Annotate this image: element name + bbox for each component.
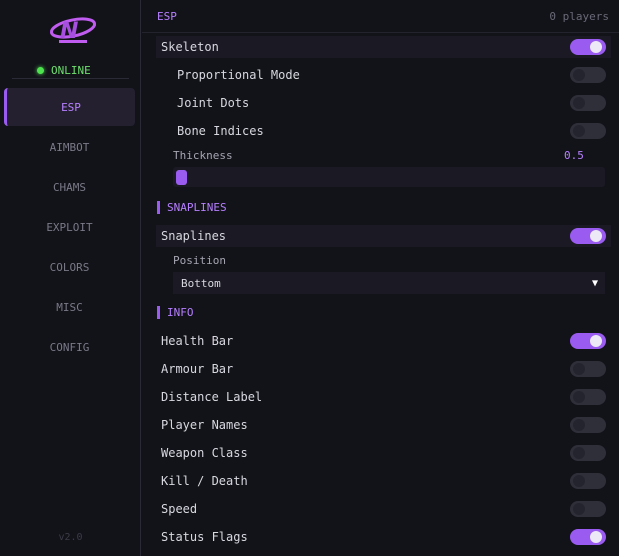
toggle-knob <box>590 531 602 543</box>
health-bar-label: Health Bar <box>161 334 234 348</box>
thickness-value: 0.5 <box>564 149 584 162</box>
toggle-knob <box>573 97 585 109</box>
armour-bar-toggle[interactable] <box>570 361 606 377</box>
main-panel: ESP 0 players Skeleton Proportional Mode… <box>142 0 619 556</box>
snaplines-label: Snaplines <box>161 229 227 243</box>
health-bar-toggle[interactable] <box>570 333 606 349</box>
thickness-slider[interactable] <box>173 167 605 187</box>
sidebar-item-colors[interactable]: COLORS <box>4 248 135 286</box>
toggle-knob <box>573 363 585 375</box>
thickness-label: Thickness <box>173 149 233 162</box>
sidebar-nav: ESP AIMBOT CHAMS EXPLOIT COLORS MISC CON… <box>4 88 135 368</box>
online-dot-icon <box>37 67 44 74</box>
speed-label: Speed <box>161 502 198 516</box>
weapon-class-row[interactable]: Weapon Class <box>156 442 611 464</box>
speed-toggle[interactable] <box>570 501 606 517</box>
toggle-knob <box>573 69 585 81</box>
bone-indices-toggle[interactable] <box>570 123 606 139</box>
toggle-knob <box>590 41 602 53</box>
player-names-toggle[interactable] <box>570 417 606 433</box>
slider-handle[interactable] <box>176 170 187 185</box>
section-marker <box>157 305 160 319</box>
player-count: 0 players <box>549 9 609 23</box>
bone-indices-label: Bone Indices <box>177 124 264 138</box>
position-select[interactable]: Bottom ▼ <box>173 272 605 294</box>
distance-label-toggle[interactable] <box>570 389 606 405</box>
toggle-knob <box>573 447 585 459</box>
sidebar-item-exploit[interactable]: EXPLOIT <box>4 208 135 246</box>
bone-indices-row[interactable]: Bone Indices <box>156 120 611 142</box>
status-flags-label: Status Flags <box>161 530 248 544</box>
version-label: v2.0 <box>58 532 83 543</box>
skeleton-row[interactable]: Skeleton <box>156 36 611 58</box>
toggle-knob <box>573 125 585 137</box>
status-flags-toggle[interactable] <box>570 529 606 545</box>
toggle-knob <box>573 419 585 431</box>
toggle-knob <box>573 503 585 515</box>
sidebar: N ONLINE ESP AIMBOT CHAMS EXPLOIT COLORS… <box>0 0 141 556</box>
distance-label-row[interactable]: Distance Label <box>156 386 611 408</box>
skeleton-toggle[interactable] <box>570 39 606 55</box>
section-snaplines: SNAPLINES <box>157 200 227 214</box>
health-bar-row[interactable]: Health Bar <box>156 330 611 352</box>
joint-dots-row[interactable]: Joint Dots <box>156 92 611 114</box>
section-title: INFO <box>167 305 194 319</box>
kill-death-label: Kill / Death <box>161 474 248 488</box>
joint-dots-label: Joint Dots <box>177 96 250 110</box>
status-label: ONLINE <box>51 64 91 77</box>
weapon-class-label: Weapon Class <box>161 446 248 460</box>
sidebar-item-config[interactable]: CONFIG <box>4 328 135 366</box>
kill-death-toggle[interactable] <box>570 473 606 489</box>
armour-bar-row[interactable]: Armour Bar <box>156 358 611 380</box>
player-names-row[interactable]: Player Names <box>156 414 611 436</box>
panel-header: ESP 0 players <box>142 0 619 33</box>
page-title: ESP <box>157 9 177 23</box>
armour-bar-label: Armour Bar <box>161 362 234 376</box>
section-info: INFO <box>157 305 194 319</box>
snaplines-toggle[interactable] <box>570 228 606 244</box>
proportional-mode-toggle[interactable] <box>570 67 606 83</box>
joint-dots-toggle[interactable] <box>570 95 606 111</box>
status-flags-row[interactable]: Status Flags <box>156 526 611 548</box>
toggle-knob <box>590 230 602 242</box>
sidebar-item-aimbot[interactable]: AIMBOT <box>4 128 135 166</box>
brand-logo-icon: N <box>49 17 97 44</box>
player-names-label: Player Names <box>161 418 248 432</box>
section-title: SNAPLINES <box>167 200 227 214</box>
position-selected-value: Bottom <box>181 276 221 290</box>
toggle-knob <box>590 335 602 347</box>
distance-label-label: Distance Label <box>161 390 263 404</box>
divider <box>12 78 129 79</box>
sidebar-item-misc[interactable]: MISC <box>4 288 135 326</box>
proportional-mode-row[interactable]: Proportional Mode <box>156 64 611 86</box>
proportional-mode-label: Proportional Mode <box>177 68 300 82</box>
speed-row[interactable]: Speed <box>156 498 611 520</box>
sidebar-item-chams[interactable]: CHAMS <box>4 168 135 206</box>
toggle-knob <box>573 391 585 403</box>
position-label: Position <box>173 254 226 267</box>
sidebar-item-esp[interactable]: ESP <box>4 88 135 126</box>
snaplines-row[interactable]: Snaplines <box>156 225 611 247</box>
kill-death-row[interactable]: Kill / Death <box>156 470 611 492</box>
connection-status: ONLINE <box>37 64 91 77</box>
weapon-class-toggle[interactable] <box>570 445 606 461</box>
section-marker <box>157 200 160 214</box>
skeleton-label: Skeleton <box>161 40 219 54</box>
dropdown-arrow-icon: ▼ <box>591 277 598 289</box>
toggle-knob <box>573 475 585 487</box>
